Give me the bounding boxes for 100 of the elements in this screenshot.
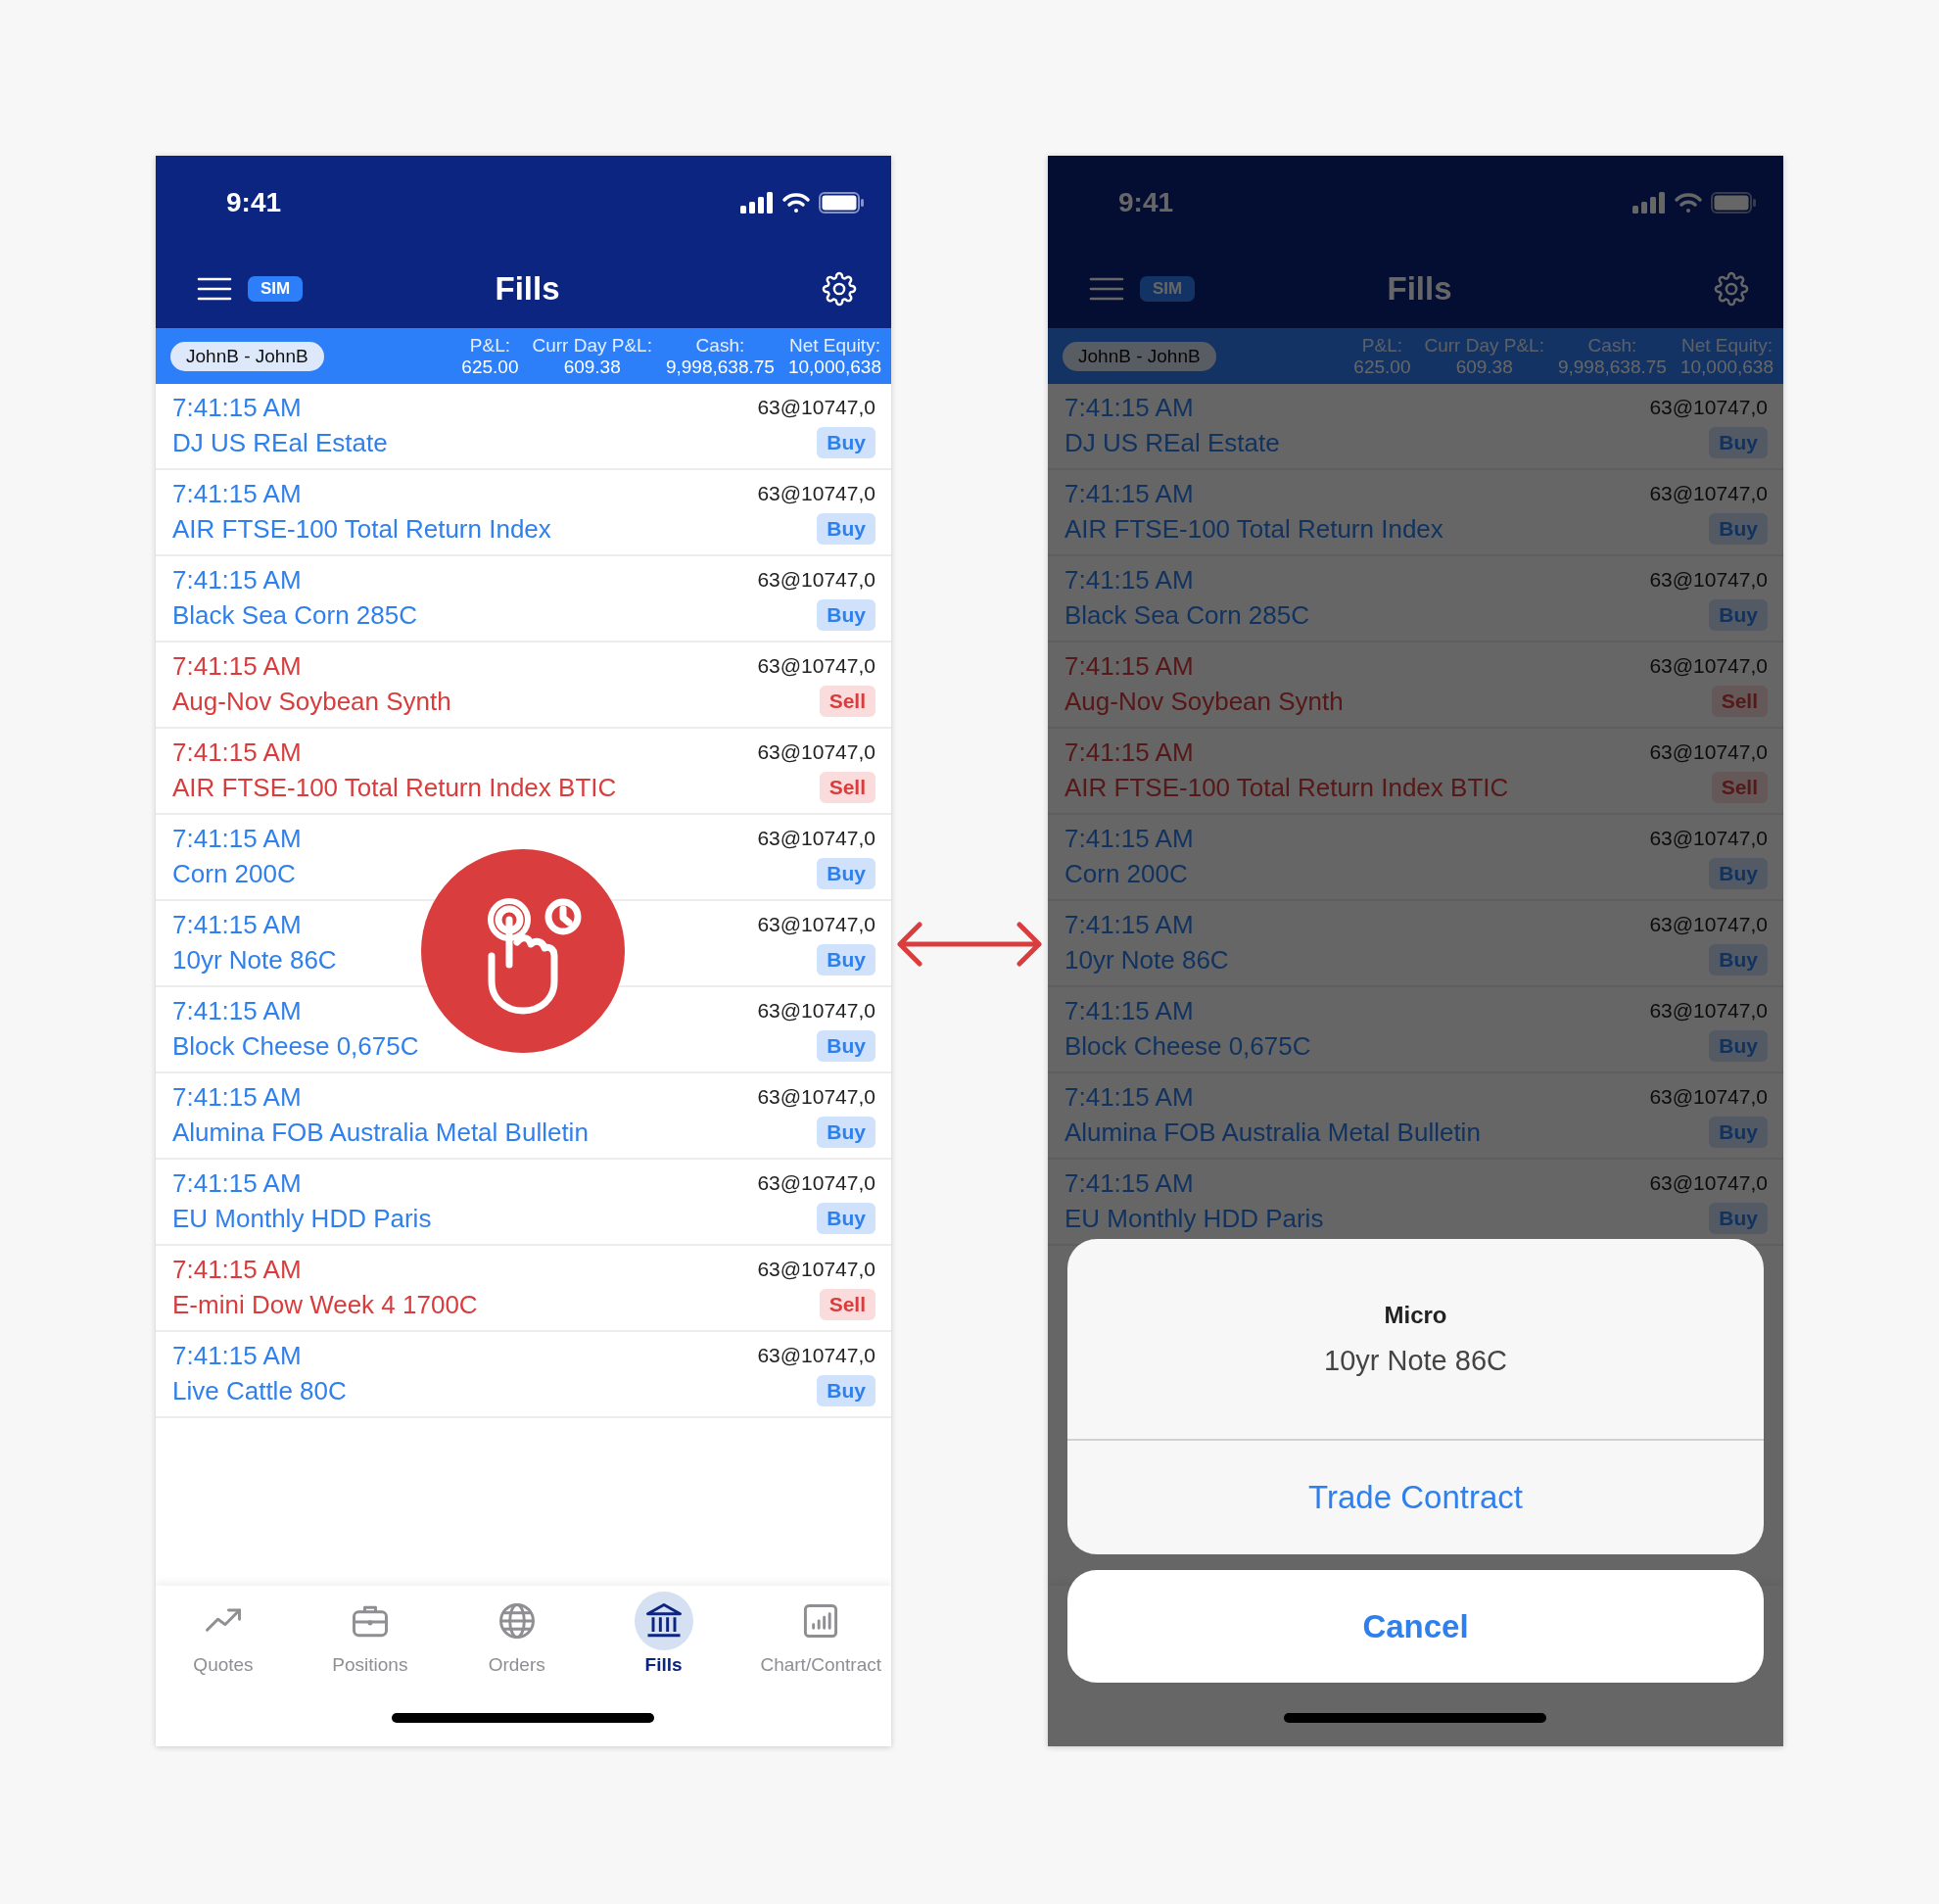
side-tag: Buy <box>1709 513 1768 545</box>
stat-label: Curr Day P&L: <box>1424 334 1544 357</box>
contract-name: AIR FTSE-100 Total Return Index <box>172 513 552 546</box>
stat-value: 9,998,638.75 <box>665 356 775 378</box>
stat-label: Curr Day P&L: <box>532 334 652 357</box>
fill-time: 7:41:15 AM <box>172 392 303 424</box>
fill-quantity: 63@10747,0 <box>757 1258 875 1281</box>
side-tag: Buy <box>817 1030 875 1062</box>
contract-name: Corn 200C <box>172 858 297 890</box>
fill-time: 7:41:15 AM <box>172 737 303 769</box>
signal-icon <box>1632 191 1666 214</box>
side-tag: Buy <box>817 858 875 889</box>
contract-name: Alumina FOB Australia Metal Bulletin <box>1064 1117 1482 1149</box>
double-arrow-icon <box>896 920 1043 969</box>
stat-value: 609.38 <box>1455 356 1513 378</box>
wifi-icon <box>781 191 811 214</box>
stat-value: 609.38 <box>563 356 621 378</box>
stat-value: 10,000,638 <box>787 356 881 378</box>
fill-quantity: 63@10747,0 <box>757 999 875 1023</box>
side-tag: Buy <box>1709 1203 1768 1234</box>
fill-time: 7:41:15 AM <box>172 478 303 510</box>
account-pill[interactable]: JohnB - JohnB <box>1063 341 1216 371</box>
stat-value: 9,998,638.75 <box>1557 356 1667 378</box>
tab-bar-item[interactable]: Quotes <box>169 1586 277 1682</box>
fill-quantity: 63@10747,0 <box>757 740 875 764</box>
side-tag: Buy <box>817 1375 875 1406</box>
contract-name: Corn 200C <box>1064 858 1189 890</box>
side-tag: Buy <box>817 599 875 631</box>
contract-name: Aug-Nov Soybean Synth <box>1064 686 1345 718</box>
fill-quantity: 63@10747,0 <box>1649 1171 1768 1195</box>
fill-quantity: 63@10747,0 <box>757 913 875 936</box>
side-tag: Buy <box>817 1117 875 1148</box>
fill-time: 7:41:15 AM <box>1064 737 1195 769</box>
contract-name: Live Cattle 80C <box>172 1375 348 1407</box>
tab-bar-item[interactable]: Fills <box>609 1586 718 1682</box>
screen-title: Fills <box>495 269 560 308</box>
settings-icon[interactable] <box>821 269 858 308</box>
wifi-icon <box>1674 191 1703 214</box>
sim-badge: SIM <box>1140 275 1196 302</box>
fill-quantity: 63@10747,0 <box>757 1085 875 1109</box>
stat-label: Net Equity: <box>789 334 880 357</box>
tab-bar-item[interactable]: Chart/Contract <box>756 1586 885 1682</box>
fill-quantity: 63@10747,0 <box>1649 568 1768 592</box>
status-time: 9:41 <box>1118 186 1175 218</box>
contract-name: AIR FTSE-100 Total Return Index BTIC <box>172 772 618 804</box>
side-tag: Buy <box>1709 858 1768 889</box>
fill-quantity: 63@10747,0 <box>757 654 875 678</box>
contract-name: AIR FTSE-100 Total Return Index BTIC <box>1064 772 1510 804</box>
side-tag: Buy <box>1709 427 1768 458</box>
sheet-action[interactable]: Trade Contract <box>1067 1441 1764 1554</box>
fill-time: 7:41:15 AM <box>172 1081 303 1114</box>
fill-time: 7:41:15 AM <box>172 1254 303 1286</box>
fill-time: 7:41:15 AM <box>1064 478 1195 510</box>
fill-quantity: 63@10747,0 <box>757 396 875 419</box>
contract-name: DJ US REal Estate <box>1064 427 1281 459</box>
fill-quantity: 63@10747,0 <box>1649 482 1768 505</box>
sheet-title: Micro <box>1384 1301 1447 1329</box>
contract-name: Block Cheese 0,675C <box>1064 1030 1312 1063</box>
contract-name: E-mini Dow Week 4 1700C <box>172 1289 479 1321</box>
fill-time: 7:41:15 AM <box>172 995 303 1027</box>
fill-time: 7:41:15 AM <box>172 564 303 596</box>
contract-name: Block Cheese 0,675C <box>172 1030 420 1063</box>
screen-title: Fills <box>1387 269 1452 308</box>
fill-quantity: 63@10747,0 <box>757 482 875 505</box>
side-tag: Buy <box>817 513 875 545</box>
fill-quantity: 63@10747,0 <box>1649 827 1768 850</box>
stat-label: Cash: <box>695 334 745 357</box>
fill-quantity: 63@10747,0 <box>757 827 875 850</box>
account-pill[interactable]: JohnB - JohnB <box>170 341 324 371</box>
stat-label: P&L: <box>1361 334 1402 357</box>
fill-time: 7:41:15 AM <box>172 1340 303 1372</box>
side-tag: Sell <box>1711 772 1768 803</box>
side-tag: Buy <box>1709 944 1768 976</box>
tab-bar-item[interactable]: Positions <box>315 1586 424 1682</box>
sim-badge: SIM <box>248 275 304 302</box>
fill-time: 7:41:15 AM <box>1064 1167 1195 1200</box>
fill-time: 7:41:15 AM <box>1064 909 1195 941</box>
contract-name: Black Sea Corn 285C <box>172 599 419 632</box>
fill-quantity: 63@10747,0 <box>1649 654 1768 678</box>
contract-name: Aug-Nov Soybean Synth <box>172 686 452 718</box>
side-tag: Buy <box>1709 599 1768 631</box>
fill-quantity: 63@10747,0 <box>1649 913 1768 936</box>
contract-name: 10yr Note 86C <box>1064 944 1230 976</box>
sheet-message: 10yr Note 86C <box>1324 1344 1507 1377</box>
side-tag: Buy <box>817 1203 875 1234</box>
contract-name: Alumina FOB Australia Metal Bulletin <box>172 1117 590 1149</box>
fill-time: 7:41:15 AM <box>1064 650 1195 683</box>
contract-name: EU Monthly HDD Paris <box>1064 1203 1325 1235</box>
fill-time: 7:41:15 AM <box>1064 564 1195 596</box>
side-tag: Buy <box>1709 1117 1768 1148</box>
fill-quantity: 63@10747,0 <box>1649 999 1768 1023</box>
tab-bar-item[interactable]: Orders <box>462 1586 571 1682</box>
fill-time: 7:41:15 AM <box>1064 995 1195 1027</box>
cancel-button[interactable]: Cancel <box>1067 1570 1764 1683</box>
contract-name: 10yr Note 86C <box>172 944 338 976</box>
side-tag: Sell <box>1711 686 1768 717</box>
battery-icon <box>819 191 864 214</box>
fill-quantity: 63@10747,0 <box>1649 740 1768 764</box>
side-tag: Buy <box>817 944 875 976</box>
menu-icon[interactable] <box>197 275 232 302</box>
